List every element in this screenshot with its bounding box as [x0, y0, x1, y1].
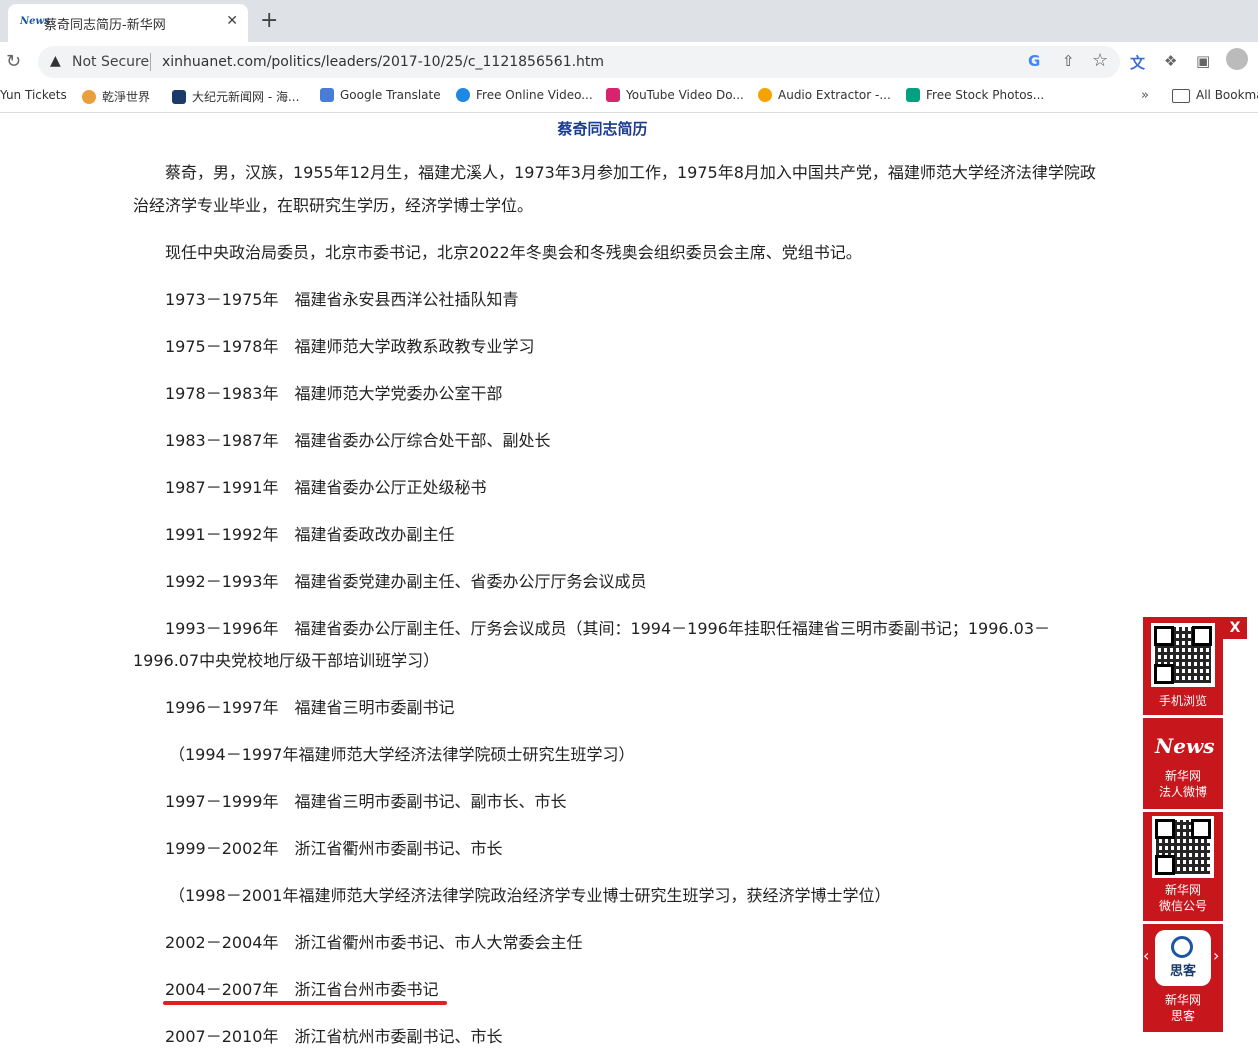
bookmark-label: Free Stock Photos...: [926, 88, 1045, 102]
qr-code-icon: [1151, 623, 1215, 687]
qr-code-icon: [1152, 816, 1214, 878]
career-entry: 1996－1997年 福建省三明市委副书记: [165, 698, 455, 717]
security-label[interactable]: Not Secure: [72, 54, 149, 70]
sike-logo-icon: 思客: [1155, 930, 1211, 986]
bookmark-label: 大纪元新闻网 - 海...: [192, 90, 300, 104]
page-title: 蔡奇同志简历: [557, 120, 648, 138]
career-note: （1998－2001年福建师范大学经济法律学院政治经济学专业博士研究生班学习，获…: [169, 886, 891, 905]
red-highlight-underline: [163, 1001, 447, 1005]
career-note: （1994－1997年福建师范大学经济法律学院硕士研究生班学习）: [169, 745, 635, 764]
bookmark-favicon-icon: [172, 89, 186, 104]
mobile-browse-block[interactable]: 手机浏览: [1143, 617, 1223, 717]
bookmark-item[interactable]: Free Stock Photos...: [906, 88, 1044, 102]
bookmark-item[interactable]: 大纪元新闻网 - 海...: [172, 88, 299, 105]
bookmark-item[interactable]: YouTube Video Do...: [606, 88, 744, 102]
google-icon[interactable]: G: [1028, 52, 1040, 70]
floating-share-panel: 手机浏览 News 新华网 法人微博 新华网 微信公号 ‹ 思客 › 新华网 思…: [1143, 617, 1223, 1032]
translate-extension-icon[interactable]: 文: [1130, 52, 1145, 73]
bookmark-favicon-icon: [320, 88, 334, 102]
bookmark-item[interactable]: Free Online Video...: [456, 88, 593, 102]
warning-icon[interactable]: ▲: [50, 53, 61, 69]
career-entry: 2002－2004年 浙江省衢州市委书记、市人大常委会主任: [165, 933, 583, 952]
tab-active[interactable]: News 蔡奇同志简历-新华网 ✕: [8, 4, 248, 42]
bookmark-label: 乾淨世界: [102, 90, 151, 104]
sike-label-line2: 思客: [1170, 1009, 1195, 1023]
tab-title: 蔡奇同志简历-新华网: [44, 18, 166, 33]
sike-logo-text: 思客: [1169, 964, 1196, 979]
bio-paragraph: 蔡奇，男，汉族，1955年12月生，福建尤溪人，1973年3月参加工作，1975…: [165, 163, 1096, 182]
wechat-block[interactable]: 新华网 微信公号: [1143, 812, 1223, 920]
xinhua-favicon-icon: News: [20, 16, 50, 27]
folder-icon[interactable]: [1172, 89, 1190, 103]
career-entry: 1993－1996年 福建省委办公厅副主任、厅务会议成员（其间：1994－199…: [165, 619, 1051, 638]
mobile-browse-label: 手机浏览: [1158, 694, 1207, 708]
xinhua-news-logo-icon: News: [1155, 734, 1215, 758]
carousel-next-icon[interactable]: ›: [1213, 946, 1219, 965]
bookmark-label: Google Translate: [340, 88, 441, 102]
career-entry: 1997－1999年 福建省三明市委副书记、副市长、市长: [165, 792, 567, 811]
bookmarks-overflow-button[interactable]: »: [1141, 88, 1149, 103]
sike-block[interactable]: ‹ 思客 › 新华网 思客: [1143, 924, 1223, 1032]
career-entry-continued: 1996.07中央党校地厅级干部培训班学习）: [133, 651, 440, 670]
bookmark-favicon-icon: [906, 88, 920, 102]
career-entry: 1992－1993年 福建省委党建办副主任、省委办公厅厅务会议成员: [165, 572, 647, 591]
weibo-label-line2: 法人微博: [1158, 785, 1207, 799]
career-entry: 1987－1991年 福建省委办公厅正处级秘书: [165, 478, 487, 497]
wechat-label-line2: 微信公号: [1158, 899, 1207, 913]
share-icon[interactable]: ⇧: [1062, 52, 1075, 70]
new-tab-button[interactable]: +: [260, 8, 278, 34]
sike-label-line1: 新华网: [1164, 993, 1201, 1007]
tab-strip: News 蔡奇同志简历-新华网 ✕ +: [0, 0, 1258, 42]
weibo-label-line1: 新华网: [1164, 769, 1201, 783]
career-entry: 1999－2002年 浙江省衢州市委副书记、市长: [165, 839, 503, 858]
bookmark-favicon-icon: [606, 88, 620, 102]
reload-icon[interactable]: ↻: [6, 51, 21, 72]
page-content: 蔡奇同志简历 蔡奇，男，汉族，1955年12月生，福建尤溪人，1973年3月参加…: [0, 113, 1258, 1054]
bookmark-label: Yun Tickets: [0, 88, 67, 102]
bookmark-label: Free Online Video...: [476, 88, 593, 102]
extensions-icon[interactable]: ❖: [1164, 52, 1177, 70]
bookmark-favicon-icon: [758, 88, 772, 102]
career-entry: 1973－1975年 福建省永安县西洋公社插队知青: [165, 290, 519, 309]
browser-toolbar: ↻ ▲ Not Secure xinhuanet.com/politics/le…: [0, 42, 1258, 82]
bookmark-item[interactable]: Audio Extractor -...: [758, 88, 891, 102]
bookmark-label: Audio Extractor -...: [778, 88, 891, 102]
bookmark-star-icon[interactable]: ☆: [1092, 50, 1108, 71]
tab-close-icon[interactable]: ✕: [226, 13, 238, 29]
profile-avatar[interactable]: [1226, 48, 1248, 70]
carousel-prev-icon[interactable]: ‹: [1143, 946, 1149, 965]
float-panel-close-button[interactable]: X: [1223, 617, 1247, 639]
bio-paragraph: 治经济学专业毕业，在职研究生学历，经济学博士学位。: [133, 196, 534, 215]
bookmark-item[interactable]: Google Translate: [320, 88, 441, 102]
career-entry: 1975－1978年 福建师范大学政教系政教专业学习: [165, 337, 535, 356]
career-entry: 1983－1987年 福建省委办公厅综合处干部、副处长: [165, 431, 551, 450]
url-text[interactable]: xinhuanet.com/politics/leaders/2017-10/2…: [162, 54, 604, 70]
bookmarks-bar: Yun Tickets 乾淨世界 大纪元新闻网 - 海... Google Tr…: [0, 82, 1258, 113]
wechat-label-line1: 新华网: [1164, 883, 1201, 897]
bookmark-favicon-icon: [456, 88, 470, 102]
bookmark-item[interactable]: 乾淨世界: [82, 88, 150, 105]
bookmark-label: YouTube Video Do...: [626, 88, 744, 102]
career-entry: 1978－1983年 福建师范大学党委办公室干部: [165, 384, 503, 403]
bookmark-favicon-icon: [82, 89, 96, 104]
career-entry: 2007－2010年 浙江省杭州市委副书记、市长: [165, 1027, 503, 1046]
career-entry: 1991－1992年 福建省委政改办副主任: [165, 525, 455, 544]
address-bar[interactable]: ▲ Not Secure xinhuanet.com/politics/lead…: [38, 46, 1120, 78]
side-panel-icon[interactable]: ▣: [1196, 52, 1210, 70]
current-position: 现任中央政治局委员，北京市委书记，北京2022年冬奥会和冬残奥会组织委员会主席、…: [165, 243, 862, 262]
all-bookmarks-button[interactable]: All Bookma: [1196, 88, 1258, 102]
bookmark-item[interactable]: Yun Tickets: [0, 88, 67, 102]
address-separator: [150, 53, 151, 71]
weibo-block[interactable]: News 新华网 法人微博: [1143, 718, 1223, 808]
